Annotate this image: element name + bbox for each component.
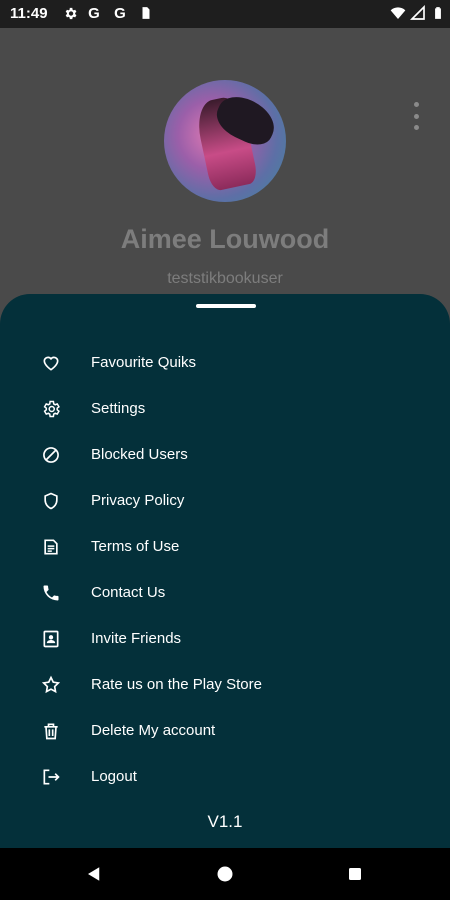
profile-username: teststikbookuser xyxy=(167,270,283,287)
wifi-icon xyxy=(390,5,406,21)
menu-item-label: Contact Us xyxy=(91,584,166,601)
menu-item-label: Invite Friends xyxy=(91,630,182,647)
menu-item-label: Logout xyxy=(91,768,137,785)
google-g-icon: G xyxy=(88,4,100,22)
menu-item-label: Settings xyxy=(91,400,146,417)
navigation-bar xyxy=(0,848,450,900)
menu-item-rate-us[interactable]: Rate us on the Play Store xyxy=(0,662,450,708)
menu-item-contact-us[interactable]: Contact Us xyxy=(0,570,450,616)
trash-icon xyxy=(40,720,62,742)
gear-icon xyxy=(62,5,78,21)
menu-item-label: Delete My account xyxy=(91,722,216,739)
menu-item-label: Privacy Policy xyxy=(91,492,185,509)
heart-icon xyxy=(40,352,62,374)
star-icon xyxy=(40,674,62,696)
status-time: 11:49 xyxy=(10,5,48,22)
back-icon[interactable] xyxy=(64,848,124,900)
menu-item-label: Favourite Quiks xyxy=(91,354,197,371)
menu-item-settings[interactable]: Settings xyxy=(0,386,450,432)
document-icon xyxy=(40,536,62,558)
menu-bottom-sheet: Favourite Quiks Settings Blocked Users P… xyxy=(0,294,450,848)
menu-item-terms-of-use[interactable]: Terms of Use xyxy=(0,524,450,570)
avatar xyxy=(164,80,286,202)
cell-signal-icon xyxy=(410,5,426,21)
shield-icon xyxy=(40,490,62,512)
status-bar: 11:49 G G xyxy=(0,0,450,28)
menu-item-label: Blocked Users xyxy=(91,446,188,463)
menu-list: Favourite Quiks Settings Blocked Users P… xyxy=(0,340,450,800)
menu-item-privacy-policy[interactable]: Privacy Policy xyxy=(0,478,450,524)
more-options-icon[interactable] xyxy=(410,102,422,130)
contact-card-icon xyxy=(40,628,62,650)
google-g-icon: G xyxy=(114,4,126,22)
menu-item-favourite-quiks[interactable]: Favourite Quiks xyxy=(0,340,450,386)
menu-item-label: Terms of Use xyxy=(91,538,180,555)
menu-item-invite-friends[interactable]: Invite Friends xyxy=(0,616,450,662)
logout-icon xyxy=(40,766,62,788)
menu-item-blocked-users[interactable]: Blocked Users xyxy=(0,432,450,478)
block-icon xyxy=(40,444,62,466)
menu-item-delete-account[interactable]: Delete My account xyxy=(0,708,450,754)
battery-icon xyxy=(430,5,446,21)
profile-name: Aimee Louwood xyxy=(120,224,330,254)
sim-card-icon xyxy=(138,5,154,21)
recents-icon[interactable] xyxy=(325,848,385,900)
menu-item-logout[interactable]: Logout xyxy=(0,754,450,800)
app-version: V1.1 xyxy=(207,812,243,831)
drag-handle[interactable] xyxy=(196,304,256,308)
gear-icon xyxy=(40,398,62,420)
home-icon[interactable] xyxy=(195,848,255,900)
phone-icon xyxy=(40,582,62,604)
menu-item-label: Rate us on the Play Store xyxy=(91,676,262,693)
